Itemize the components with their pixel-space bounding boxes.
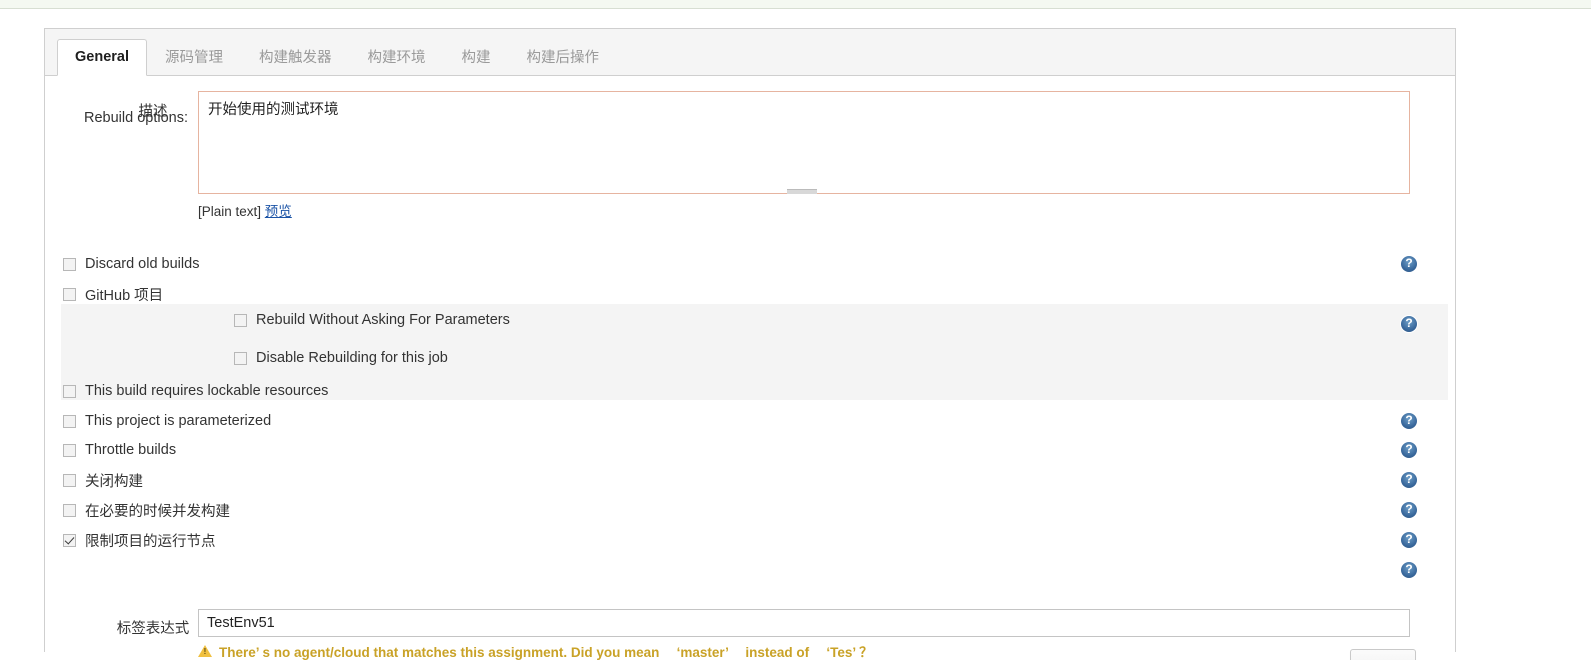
checkbox-rebuild-without-asking[interactable] [234, 313, 247, 327]
config-tab-bar: General 源码管理 构建触发器 构建环境 构建 构建后操作 [45, 29, 1455, 76]
option-label-restrict-node: 限制项目的运行节点 [85, 533, 216, 550]
checkbox-project-parameterized[interactable] [63, 414, 76, 428]
option-label-throttle-builds: Throttle builds [85, 442, 177, 458]
help-icon-rebuild-options[interactable] [1401, 315, 1417, 332]
jenkins-job-config-page: General 源码管理 构建触发器 构建环境 构建 构建后操作 描述 [Pla… [0, 0, 1591, 660]
config-panel: General 源码管理 构建触发器 构建环境 构建 构建后操作 描述 [Pla… [44, 28, 1456, 660]
advanced-button[interactable]: 高级... [1350, 649, 1417, 660]
option-label-disable-rebuilding: Disable Rebuilding for this job [256, 350, 448, 366]
option-row-rebuild-without-asking[interactable]: Rebuild Without Asking For Parameters [234, 310, 510, 330]
description-meta: [Plain text] 预览 [198, 200, 292, 220]
checkbox-disable-rebuilding[interactable] [234, 351, 247, 365]
option-label-github-project: GitHub 项目 [85, 287, 164, 304]
option-row-concurrent-builds[interactable]: 在必要的时候并发构建 [63, 500, 230, 520]
tab-general[interactable]: General [57, 39, 147, 76]
option-label-lockable-resources: This build requires lockable resources [85, 383, 329, 399]
option-label-disable-build: 关闭构建 [85, 473, 143, 490]
option-row-discard-old-builds[interactable]: Discard old builds [63, 254, 199, 274]
label-expression-input[interactable] [198, 609, 1410, 637]
option-label-concurrent-builds: 在必要的时候并发构建 [85, 503, 230, 520]
warning-text: There’ s no agent/cloud that matches thi… [219, 645, 873, 660]
help-icon-restrict-node[interactable] [1401, 531, 1417, 548]
option-row-github-project[interactable]: GitHub 项目 [63, 284, 163, 304]
option-label-project-parameterized: This project is parameterized [85, 413, 272, 429]
checkbox-restrict-node[interactable] [63, 533, 76, 547]
option-label-discard-old-builds: Discard old builds [85, 256, 200, 272]
help-icon-throttle-builds[interactable] [1401, 441, 1417, 458]
help-icon-label-expression[interactable] [1401, 561, 1417, 578]
option-label-rebuild-without-asking: Rebuild Without Asking For Parameters [256, 312, 510, 328]
checkbox-disable-build[interactable] [63, 473, 76, 487]
option-row-restrict-node[interactable]: 限制项目的运行节点 [63, 530, 216, 550]
help-icon-disable-build[interactable] [1401, 471, 1417, 488]
tab-post-build-actions[interactable]: 构建后操作 [509, 40, 618, 76]
description-preview-link[interactable]: 预览 [265, 204, 292, 219]
help-icon-project-parameterized[interactable] [1401, 412, 1417, 429]
help-icon-discard-old-builds[interactable] [1401, 255, 1417, 272]
warning-triangle-icon [198, 645, 212, 657]
option-row-disable-build[interactable]: 关闭构建 [63, 470, 143, 490]
page-top-strip [0, 0, 1591, 9]
option-row-project-parameterized[interactable]: This project is parameterized [63, 411, 271, 431]
tab-build-triggers[interactable]: 构建触发器 [241, 40, 350, 76]
description-format-note: [Plain text] [198, 204, 262, 219]
option-row-throttle-builds[interactable]: Throttle builds [63, 440, 176, 460]
help-icon-concurrent-builds[interactable] [1401, 501, 1417, 518]
checkbox-github-project[interactable] [63, 287, 76, 301]
description-textarea[interactable] [198, 91, 1410, 194]
option-row-disable-rebuilding[interactable]: Disable Rebuilding for this job [234, 348, 448, 368]
rebuild-options-label: Rebuild options: [84, 110, 188, 126]
tab-scm[interactable]: 源码管理 [147, 40, 241, 76]
checkbox-lockable-resources[interactable] [63, 384, 76, 398]
tab-build[interactable]: 构建 [444, 40, 509, 76]
general-tab-content: 描述 [Plain text] 预览 Discard old builds Gi… [45, 76, 1455, 660]
checkbox-throttle-builds[interactable] [63, 443, 76, 457]
textarea-resize-grip[interactable] [787, 189, 817, 194]
tab-build-environment[interactable]: 构建环境 [350, 40, 444, 76]
checkbox-discard-old-builds[interactable] [63, 257, 76, 271]
label-expression-warning: There’ s no agent/cloud that matches thi… [198, 641, 873, 660]
option-row-lockable-resources[interactable]: This build requires lockable resources [63, 381, 328, 401]
checkbox-concurrent-builds[interactable] [63, 503, 76, 517]
